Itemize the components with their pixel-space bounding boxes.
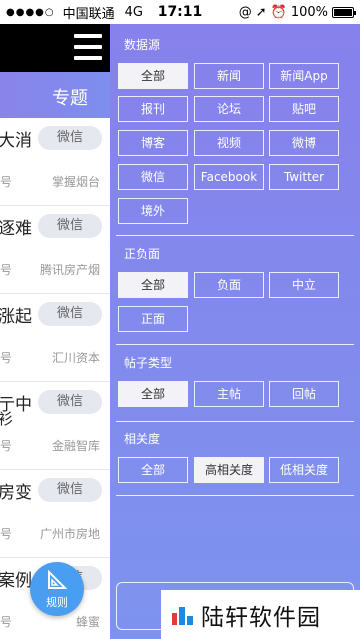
source-tag: 微信: [38, 478, 102, 502]
item-author: 汇川资本: [51, 351, 100, 365]
rule-button[interactable]: 规则: [30, 562, 84, 616]
item-meta: 号: [0, 351, 13, 365]
watermark-text: 陆轩软件园: [201, 604, 321, 631]
source-option-news-app[interactable]: 新闻App: [269, 63, 339, 89]
source-option-twitter[interactable]: Twitter: [269, 164, 339, 190]
item-meta: 号: [0, 439, 13, 453]
relevance-option-low[interactable]: 低相关度: [269, 457, 339, 483]
source-option-all[interactable]: 全部: [118, 63, 188, 89]
status-bar: ●●●●○ 中国联通 4G 17:11 @ ➚ ⏰ 100%: [0, 0, 360, 24]
source-option-tieba[interactable]: 贴吧: [269, 96, 339, 122]
source-tag: 微信: [38, 214, 102, 238]
item-author: 蜂蜜: [75, 615, 100, 629]
battery-percent: 100%: [290, 4, 328, 20]
relevance-option-all[interactable]: 全部: [118, 457, 188, 483]
sentiment-option-negative[interactable]: 负面: [194, 272, 264, 298]
source-option-newspaper[interactable]: 报刊: [118, 96, 188, 122]
at-icon: @: [238, 4, 252, 20]
item-title: 涨起: [0, 307, 32, 327]
source-option-news[interactable]: 新闻: [194, 63, 264, 89]
section-divider: [116, 235, 354, 236]
menu-icon[interactable]: [74, 34, 102, 60]
sentiment-option-all[interactable]: 全部: [118, 272, 188, 298]
source-tag: 微信: [38, 390, 102, 414]
section-divider: [116, 421, 354, 422]
section-divider: [116, 344, 354, 345]
relevance-option-high[interactable]: 高相关度: [194, 457, 264, 483]
item-meta: 号: [0, 527, 13, 541]
watermark: 陆轩软件园: [161, 590, 360, 639]
item-meta: 号: [0, 263, 13, 277]
top-bar: [0, 24, 110, 72]
alarm-icon: ⏰: [270, 4, 287, 20]
post-type-option-main[interactable]: 主帖: [194, 381, 264, 407]
list-item[interactable]: 大消 微信 号 掌握烟台: [0, 118, 110, 206]
topic-list-page: 专题 大消 微信 号 掌握烟台 逐难 微信 号 腾讯房产烟 涨起 微信 号 汇川…: [0, 24, 110, 639]
subject-header: 专题: [0, 72, 110, 118]
item-author: 腾讯房产烟: [39, 263, 100, 277]
source-option-weibo[interactable]: 微博: [269, 130, 339, 156]
list-item[interactable]: 逐难 微信 号 腾讯房产烟: [0, 206, 110, 294]
section-title-sentiment: 正负面: [124, 247, 161, 261]
section-title-post-type: 帖子类型: [124, 356, 173, 370]
item-title: 大消: [0, 131, 32, 151]
item-author: 广州市房地: [39, 527, 100, 541]
list-item[interactable]: 亍中 衫 微信 号 金融智库: [0, 382, 110, 470]
sentiment-option-positive[interactable]: 正面: [118, 306, 188, 332]
source-tag: 微信: [38, 126, 102, 150]
status-right: @ ➚ ⏰ 100%: [238, 4, 356, 20]
item-author: 金融智库: [51, 439, 100, 453]
item-meta: 号: [0, 615, 13, 629]
source-option-forum[interactable]: 论坛: [194, 96, 264, 122]
source-option-wechat[interactable]: 微信: [118, 164, 188, 190]
item-title-line2: 衫: [0, 410, 14, 428]
list-item[interactable]: 房变 微信 号 广州市房地: [0, 470, 110, 558]
section-title-relevance: 相关度: [124, 432, 161, 446]
ruler-triangle-icon: [48, 570, 67, 589]
post-type-option-reply[interactable]: 回帖: [269, 381, 339, 407]
source-option-overseas[interactable]: 境外: [118, 198, 188, 224]
source-option-blog[interactable]: 博客: [118, 130, 188, 156]
item-title: 逐难: [0, 219, 32, 239]
item-meta: 号: [0, 175, 13, 189]
section-title-source: 数据源: [124, 38, 161, 52]
subject-title: 专题: [52, 88, 88, 109]
item-author: 掌握烟台: [51, 175, 100, 189]
source-option-video[interactable]: 视频: [194, 130, 264, 156]
source-tag: 微信: [38, 302, 102, 326]
watermark-logo-icon: [171, 604, 195, 626]
post-type-option-all[interactable]: 全部: [118, 381, 188, 407]
location-arrow-icon: ➚: [255, 4, 267, 20]
item-title: 房变: [0, 483, 32, 503]
filter-drawer: 数据源 全部 新闻 新闻App 报刊 论坛 贴吧 博客 视频 微博 微信 Fac…: [110, 24, 360, 639]
rule-button-label: 规则: [46, 596, 68, 609]
section-divider: [116, 495, 354, 496]
source-option-facebook[interactable]: Facebook: [194, 164, 264, 190]
battery-icon: [332, 6, 356, 18]
list-item[interactable]: 涨起 微信 号 汇川资本: [0, 294, 110, 382]
sentiment-option-neutral[interactable]: 中立: [269, 272, 339, 298]
